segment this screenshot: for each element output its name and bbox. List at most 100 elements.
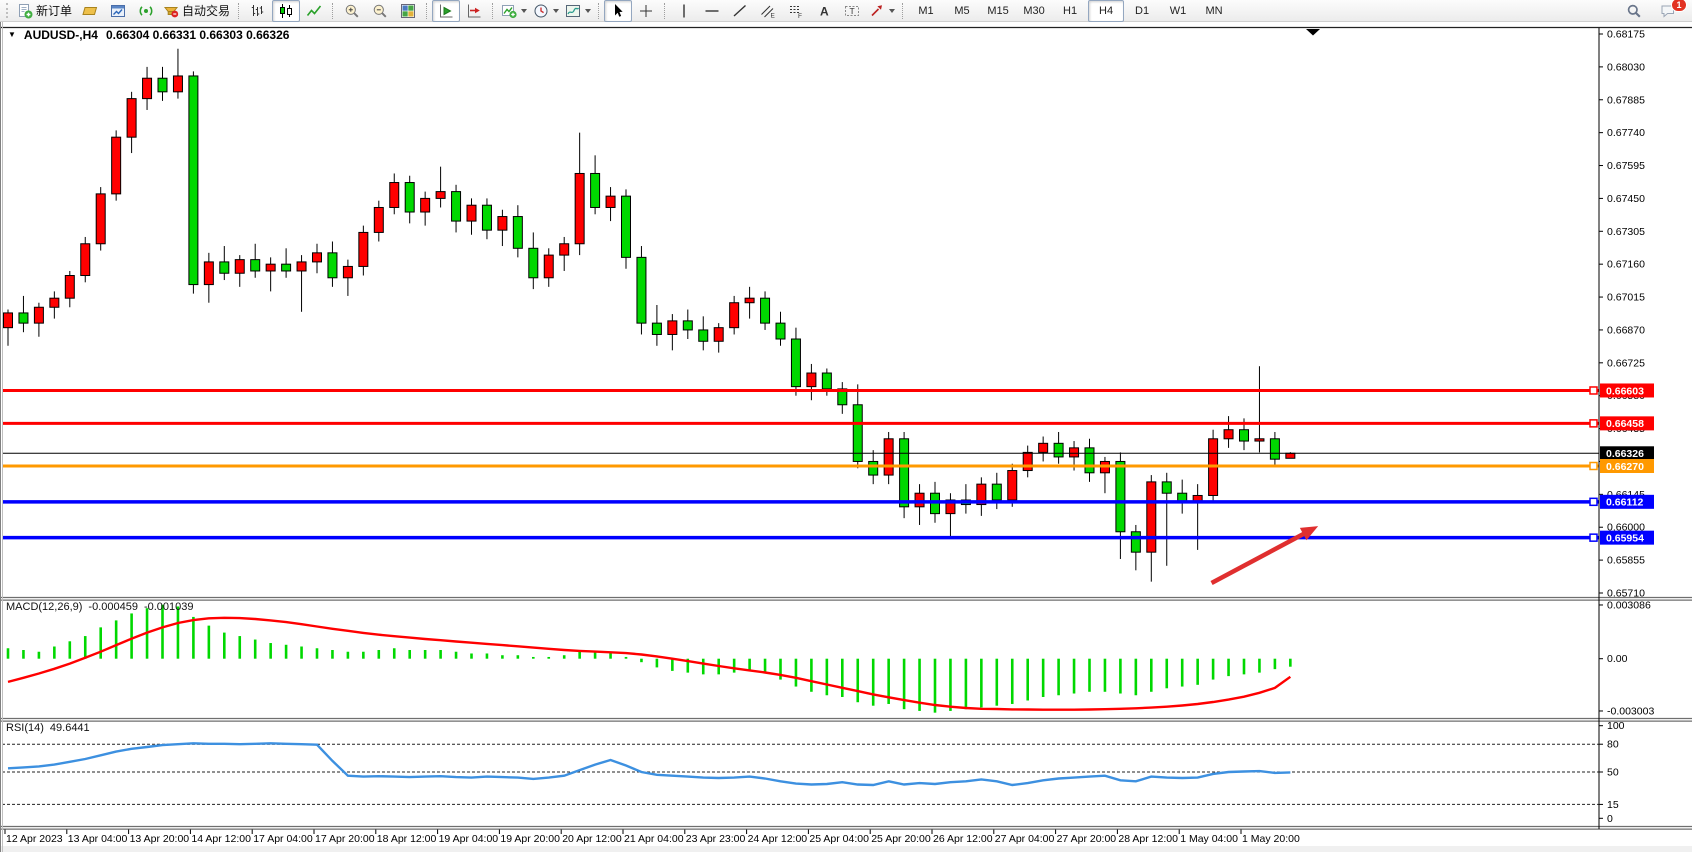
candle-body [220,262,229,273]
candlestick-button[interactable] [272,0,300,22]
candle-body [390,183,399,208]
line-anchor-marker[interactable] [1590,462,1597,469]
time-tick-label: 18 Apr 12:00 [377,833,437,845]
text-icon: A [816,3,832,19]
line-anchor-marker[interactable] [1590,498,1597,505]
candle-body [173,76,182,92]
templates-button[interactable] [562,0,594,22]
tile-windows-button[interactable] [394,0,422,22]
chart-shift-button[interactable] [460,0,488,22]
tf-m30-label: M30 [1023,5,1044,17]
auto-scroll-button[interactable] [432,0,460,22]
line-anchor-marker[interactable] [1590,420,1597,427]
crosshair-button[interactable] [632,0,660,22]
chart-menu-caret-icon[interactable]: ▼ [8,31,16,39]
macd-tick-label: 0.00 [1607,653,1628,665]
text-button[interactable]: A [810,0,838,22]
tf-m1[interactable]: M1 [908,0,944,22]
candle-body [1240,430,1249,441]
toolbar-separator [238,3,240,19]
price-tick-label: 0.67305 [1607,226,1645,238]
candle-body [313,253,322,262]
candle-body [452,192,461,221]
candles-icon [278,3,294,19]
toolbar-right: 1 [1620,0,1688,22]
zoom-out-button[interactable] [366,0,394,22]
candle-body [1255,439,1264,441]
time-tick-label: 13 Apr 04:00 [68,833,128,845]
price-tick-label: 0.67885 [1607,94,1645,106]
fibonacci-button[interactable]: F [782,0,810,22]
zoom-in-button[interactable] [338,0,366,22]
line-anchor-marker[interactable] [1590,387,1597,394]
bar-chart-button[interactable] [244,0,272,22]
signals-button[interactable] [132,0,160,22]
horizontal-line-button[interactable] [698,0,726,22]
indicators-button[interactable] [498,0,530,22]
candle-body [1023,452,1032,470]
rsi-indicator-label: RSI(14) 49.6441 [6,722,90,734]
candle-body [745,298,754,303]
notifications-button[interactable]: 1 [1654,0,1682,22]
candle-body [50,298,59,307]
chart-title-bar: ▼ AUDUSD-,H4 0.66304 0.66331 0.66303 0.6… [8,28,289,42]
price-tick-label: 0.65710 [1607,587,1645,599]
candle-body [1224,430,1233,439]
time-tick-label: 19 Apr 20:00 [500,833,560,845]
macd-main-value: -0.000459 [88,601,138,613]
tf-h1[interactable]: H1 [1052,0,1088,22]
candle-body [127,99,136,138]
tf-m15[interactable]: M15 [980,0,1016,22]
zoom-out-icon [372,3,388,19]
candle-body [791,339,800,387]
toolbar-grip[interactable] [6,3,10,18]
arrows-button[interactable] [866,0,898,22]
macd-tick-label: -0.003003 [1607,705,1654,717]
candle-body [606,196,615,207]
rsi-tick-label: 0 [1607,813,1613,825]
time-tick-label: 1 May 20:00 [1242,833,1300,845]
periods-button[interactable] [530,0,562,22]
cursor-button[interactable] [604,0,632,22]
text-label-button[interactable]: T [838,0,866,22]
vertical-line-button[interactable] [670,0,698,22]
chart-canvas[interactable]: 0.681750.680300.678850.677400.675950.674… [0,22,1692,852]
tf-d1-label: D1 [1135,5,1149,17]
trendline-button[interactable] [726,0,754,22]
new-order-button[interactable]: 新订单 [14,0,76,22]
price-tick-label: 0.66725 [1607,357,1645,369]
time-tick-label: 25 Apr 20:00 [871,833,931,845]
candle-body [992,484,1001,500]
tf-m5[interactable]: M5 [944,0,980,22]
toolbar-separator [598,3,600,19]
vline-icon [676,3,692,19]
blue-window-icon [110,3,126,19]
tf-mn[interactable]: MN [1196,0,1232,22]
equidistant-channel-button[interactable]: E [754,0,782,22]
tf-m30[interactable]: M30 [1016,0,1052,22]
price-tick-label: 0.67015 [1607,292,1645,304]
tf-d1[interactable]: D1 [1124,0,1160,22]
tf-w1[interactable]: W1 [1160,0,1196,22]
candle-body [359,232,368,266]
dropdown-caret-icon [553,9,559,13]
candle-body [529,248,538,277]
candle-body [622,196,631,257]
tf-mn-label: MN [1205,5,1222,17]
line-anchor-marker[interactable] [1590,534,1597,541]
tf-m1-label: M1 [918,5,933,17]
candle-body [807,373,816,387]
candle-body [761,298,770,323]
line-chart-button[interactable] [300,0,328,22]
auto-trading-button[interactable]: 自动交易 [160,0,234,22]
candle-body [189,76,198,285]
time-tick-label: 23 Apr 23:00 [686,833,746,845]
search-button[interactable] [1620,0,1648,22]
chart-window-button[interactable] [76,0,104,22]
candle-body [297,262,306,271]
profile-button[interactable] [104,0,132,22]
tf-h4[interactable]: H4 [1088,0,1124,22]
time-tick-label: 14 Apr 12:00 [191,833,251,845]
time-tick-label: 17 Apr 04:00 [253,833,313,845]
linechart-icon [306,3,322,19]
